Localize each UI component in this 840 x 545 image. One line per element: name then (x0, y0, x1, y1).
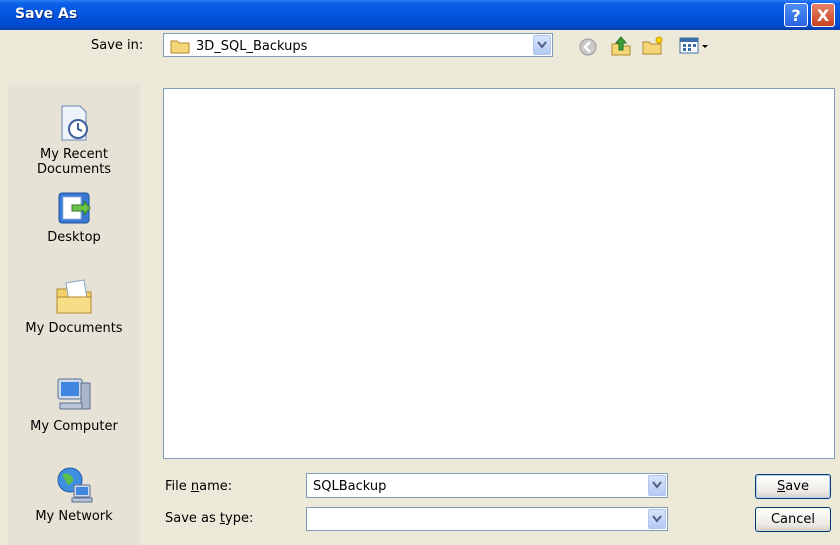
chevron-down-icon[interactable] (533, 35, 551, 55)
desktop-icon (58, 192, 91, 224)
file-name-label: File name: (165, 479, 233, 494)
folder-icon (170, 40, 190, 54)
file-list[interactable] (163, 88, 835, 459)
current-folder-name: 3D_SQL_Backups (196, 39, 308, 54)
views-menu-icon[interactable] (679, 37, 709, 55)
place-label: My Network (35, 509, 113, 524)
new-folder-icon[interactable] (642, 36, 664, 56)
place-my-recent-documents[interactable]: My Recent Documents (8, 103, 140, 177)
place-desktop[interactable]: Desktop (8, 190, 140, 245)
save-in-dropdown[interactable]: 3D_SQL_Backups (163, 33, 553, 57)
save-as-type-label: Save as type: (165, 511, 254, 526)
up-folder-icon[interactable] (610, 35, 632, 57)
place-my-network[interactable]: My Network (8, 465, 140, 524)
window-title: Save As (15, 6, 78, 22)
place-label: Desktop (47, 230, 101, 245)
save-in-label: Save in: (91, 38, 144, 53)
file-name-value: SQLBackup (313, 479, 387, 494)
back-icon[interactable] (578, 37, 598, 57)
place-label-line2: Documents (36, 162, 112, 177)
place-label: My Computer (30, 419, 118, 434)
file-name-input[interactable]: SQLBackup (306, 473, 668, 498)
title-bar[interactable]: Save As ? X (0, 0, 840, 30)
my-documents-icon (56, 279, 92, 314)
close-button[interactable]: X (811, 3, 835, 27)
place-label: My Recent (40, 147, 108, 162)
recent-documents-icon (61, 105, 88, 141)
save-as-type-dropdown[interactable] (306, 507, 668, 531)
places-bar: My Recent Documents Desktop My Documents (8, 85, 140, 545)
cancel-button[interactable]: Cancel (755, 507, 831, 532)
save-as-dialog: Save As ? X Save in: 3D_SQL_Backups My R… (0, 0, 840, 545)
place-label: My Documents (25, 321, 123, 336)
place-my-documents[interactable]: My Documents (8, 277, 140, 336)
save-button[interactable]: Save (755, 474, 831, 499)
help-button[interactable]: ? (784, 3, 808, 27)
my-network-icon (57, 467, 93, 503)
chevron-down-icon[interactable] (648, 509, 666, 529)
my-computer-icon (57, 378, 91, 410)
place-my-computer[interactable]: My Computer (8, 375, 140, 434)
chevron-down-icon[interactable] (648, 475, 666, 496)
